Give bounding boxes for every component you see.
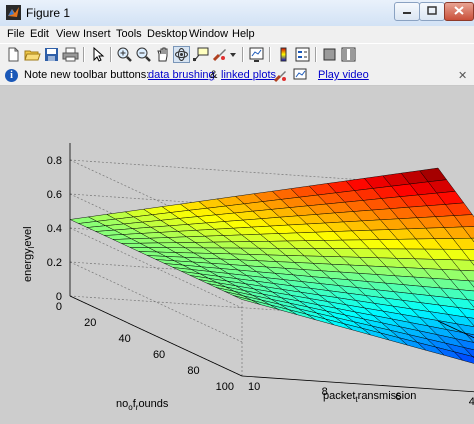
play-video-link[interactable]: Play video: [318, 69, 369, 81]
legend-button[interactable]: [294, 46, 311, 63]
data-cursor-icon: [193, 47, 209, 62]
rotate-3d-icon: [175, 48, 188, 61]
hide-plot-tools-icon: [323, 48, 336, 61]
rounds-tick-label: 60: [153, 349, 165, 361]
dropdown-arrow-icon: [230, 53, 236, 57]
brush-icon: [212, 49, 226, 62]
z-axis-label: energylevel: [22, 226, 36, 282]
brush-icon: [273, 68, 288, 86]
linked-plot-button[interactable]: [248, 46, 265, 63]
toolbar-separator: [269, 47, 271, 62]
toolbar-separator: [242, 47, 244, 62]
open-file-button[interactable]: [24, 46, 41, 63]
print-button[interactable]: [62, 46, 79, 63]
minimize-icon: [403, 12, 411, 14]
arrow-pointer-icon: [93, 46, 105, 62]
menu-insert[interactable]: Insert: [83, 28, 111, 40]
brush-button[interactable]: [211, 46, 228, 63]
info-text: Note new toolbar buttons:: [24, 69, 150, 81]
show-plot-tools-icon: [341, 47, 356, 62]
z-tick-label: 0.4: [47, 223, 62, 235]
hand-icon: [157, 47, 168, 62]
rounds-tick-label: 40: [119, 333, 131, 345]
title-bar[interactable]: Figure 1: [0, 0, 474, 27]
legend-icon: [295, 47, 310, 62]
toolbar-separator: [110, 47, 112, 62]
z-tick-label: 0.6: [47, 189, 62, 201]
rounds-tick-label: 100: [216, 381, 234, 393]
print-icon: [62, 47, 79, 62]
rounds-tick-label: 0: [56, 301, 62, 313]
rounds-axis-label: noofrounds: [116, 398, 169, 412]
figure-toolbar: [0, 43, 474, 67]
maximize-button[interactable]: [419, 2, 445, 21]
info-bar: i Note new toolbar buttons: data brushin…: [0, 66, 474, 86]
packet-tick-label: 10: [248, 381, 260, 393]
surface-plot[interactable]: 00.20.40.60.80204060801000246810 energyl…: [0, 86, 474, 424]
linked-plots-link[interactable]: linked plots: [221, 69, 276, 81]
rounds-tick-label: 80: [187, 365, 199, 377]
window-title: Figure 1: [26, 6, 71, 20]
z-tick-label: 0.2: [47, 257, 62, 269]
menu-bar: File Edit View Insert Tools Desktop Wind…: [0, 26, 474, 43]
matlab-icon: [6, 5, 21, 20]
edit-plot-button[interactable]: [89, 46, 106, 63]
surface-mesh: [69, 167, 474, 364]
close-icon: [454, 6, 464, 15]
folder-icon: [24, 50, 41, 61]
rotate-3d-button[interactable]: [173, 46, 190, 63]
new-figure-button[interactable]: [5, 46, 22, 63]
toolbar-separator: [83, 47, 85, 62]
pan-button[interactable]: [154, 46, 171, 63]
plot-area[interactable]: 00.20.40.60.80204060801000246810 energyl…: [0, 86, 474, 424]
axis-line: [69, 295, 243, 377]
maximize-icon: [427, 6, 437, 15]
close-icon[interactable]: ✕: [458, 69, 467, 82]
close-button[interactable]: [444, 2, 474, 21]
colorbar-icon: [280, 47, 287, 62]
toolbar-separator: [315, 47, 317, 62]
data-brushing-link[interactable]: data brushing: [148, 69, 215, 81]
data-cursor-button[interactable]: [192, 46, 209, 63]
colorbar-button[interactable]: [275, 46, 292, 63]
menu-help[interactable]: Help: [232, 28, 255, 40]
hide-plot-tools-button[interactable]: [321, 46, 338, 63]
brush-dropdown[interactable]: [228, 46, 238, 63]
menu-window[interactable]: Window: [189, 28, 228, 40]
new-file-icon: [8, 47, 19, 62]
menu-edit[interactable]: Edit: [30, 28, 49, 40]
z-tick-label: 0.8: [47, 155, 62, 167]
info-icon: i: [5, 69, 18, 82]
info-ampersand: &: [210, 69, 218, 81]
show-plot-tools-button[interactable]: [340, 46, 357, 63]
packet-tick-label: 4: [469, 396, 474, 408]
zoom-out-icon: [136, 47, 151, 62]
zoom-out-button[interactable]: [135, 46, 152, 63]
save-icon: [45, 48, 58, 61]
figure-window: Figure 1 File Edit View Insert Tools Des…: [0, 0, 474, 424]
menu-tools[interactable]: Tools: [116, 28, 142, 40]
packet-axis-label: packettransmission: [323, 390, 416, 404]
menu-desktop[interactable]: Desktop: [147, 28, 187, 40]
menu-file[interactable]: File: [7, 28, 25, 40]
zoom-in-button[interactable]: [116, 46, 133, 63]
rounds-tick-label: 20: [84, 317, 96, 329]
linked-plot-icon: [293, 68, 308, 86]
minimize-button[interactable]: [394, 2, 420, 21]
zoom-in-icon: [117, 47, 132, 62]
save-button[interactable]: [43, 46, 60, 63]
menu-view[interactable]: View: [56, 28, 80, 40]
linked-plot-icon: [249, 47, 264, 62]
